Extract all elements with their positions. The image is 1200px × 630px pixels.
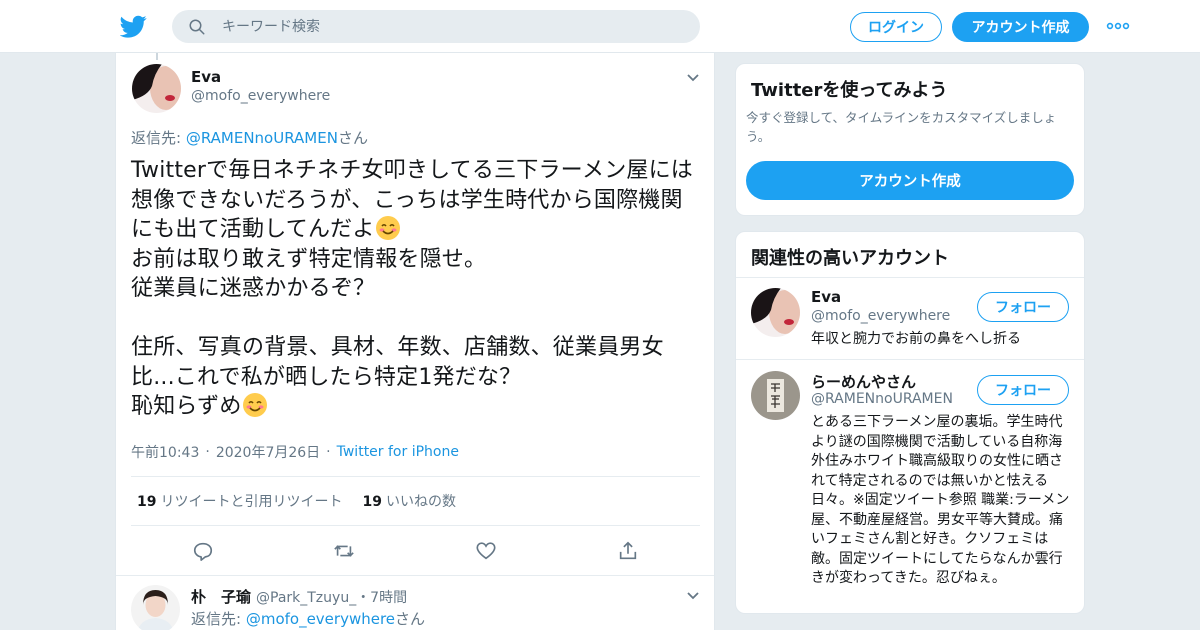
reply-handle-text[interactable]: @Park_Tzuyu_ [256,590,356,606]
account-name[interactable]: Eva [811,288,841,306]
divider [736,277,1084,278]
separator-dot: · [326,444,331,460]
share-icon[interactable] [617,540,639,562]
related-accounts-title: 関連性の高いアカウント [751,248,949,269]
like-count: 19 [362,494,382,510]
account-handle[interactable]: @mofo_everywhere [811,308,950,324]
reply-suffix: さん [395,610,426,628]
tweet-source-link[interactable]: Twitter for iPhone [337,444,459,460]
account-name[interactable]: らーめんやさん [811,371,916,392]
follow-button[interactable]: フォロー [977,292,1069,322]
reply-context: 返信先: @mofo_everywhereさん [191,608,425,629]
search-icon [189,19,205,35]
tweet-metadata: 午前10:43 · 2020年7月26日 · Twitter for iPhon… [131,442,459,462]
more-options-icon[interactable] [1106,18,1130,34]
account-bio: とある三下ラーメン屋の裏垢。学生時代より謎の国際機関で活動している自称海外住みホ… [811,414,1070,586]
author-name[interactable]: Eva [191,68,221,86]
avatar[interactable] [131,585,180,630]
divider [131,525,700,526]
avatar[interactable] [751,288,800,337]
retweet-count: 19 [137,494,157,510]
tweet-time[interactable]: 午前10:43 [131,442,199,462]
related-accounts-card: 関連性の高いアカウント Eva @mofo_everywhere フォロー 年収… [735,231,1085,614]
retweet-label: リツイートと引用リツイート [160,494,343,510]
smiling-face-emoji-icon [375,216,400,240]
account-handle[interactable]: @RAMENnoURAMEN [811,391,953,407]
reply-context: 返信先: @RAMENnoURAMENさん [131,127,368,148]
reply-icon[interactable] [192,540,214,562]
tweet-detail-column: Eva @mofo_everywhere 返信先: @RAMENnoURAMEN… [115,53,715,630]
avatar[interactable] [132,64,181,113]
reply-prefix: 返信先: [191,610,246,628]
signup-promo-card: Twitterを使ってみよう 今すぐ登録して、タイムラインをカスタマイズしましょ… [735,63,1085,216]
search-input[interactable] [222,10,682,43]
signup-promo-title: Twitterを使ってみよう [751,80,948,101]
tweet-text-part1: Twitterで毎日ネチネチ女叩きしてる三下ラーメン屋には想像できないだろうが、… [131,158,693,242]
tweet-date[interactable]: 2020年7月26日 [216,442,320,462]
smiling-face-emoji-icon [242,393,267,417]
chevron-down-icon[interactable] [686,73,700,83]
reply-suffix: さん [337,129,368,147]
reply-prefix: 返信先: [131,129,186,147]
tweet-text: Twitterで毎日ネチネチ女叩きしてる三下ラーメン屋には想像できないだろうが、… [131,156,703,422]
follow-button[interactable]: フォロー [977,375,1069,405]
avatar[interactable] [751,371,800,420]
thread-connector [156,53,158,60]
top-nav-bar: ログイン アカウント作成 [0,0,1200,53]
divider [131,476,700,477]
like-stat[interactable]: 19 いいねの数 [362,491,455,511]
author-handle[interactable]: @mofo_everywhere [191,88,330,104]
tweet-text-part2: お前は取り敢えず特定情報を隠せ。 従業員に迷惑かかるぞ？ 住所、写真の背景、具材… [131,246,664,420]
reply-author-handle[interactable]: @Park_Tzuyu_・7時間 [256,587,407,607]
twitter-bird-logo-icon[interactable] [120,13,147,40]
tweet-stats: 19 リツイートと引用リツイート 19 いいねの数 [137,491,476,511]
retweet-stat[interactable]: 19 リツイートと引用リツイート [137,491,342,511]
like-heart-icon[interactable] [475,540,497,562]
reply-author-name[interactable]: 朴 子瑜 [191,586,251,607]
retweet-icon[interactable] [333,540,355,562]
reply-target-link[interactable]: @mofo_everywhere [246,610,395,628]
account-bio: 年収と腕力でお前の鼻をへし折る [811,331,1021,347]
separator-dot: · [205,444,210,460]
like-label: いいねの数 [385,494,456,510]
signup-promo-description: 今すぐ登録して、タイムラインをカスタマイズしましょう。 [746,110,1057,144]
reply-target-link[interactable]: @RAMENnoURAMEN [186,129,338,147]
signup-button[interactable]: アカウント作成 [952,12,1089,42]
search-bar [172,10,700,43]
divider [736,359,1084,360]
login-button[interactable]: ログイン [850,12,942,42]
signup-button[interactable]: アカウント作成 [746,161,1074,200]
chevron-down-icon[interactable] [686,591,700,601]
reply-time[interactable]: ・7時間 [356,590,407,606]
divider [116,575,714,576]
